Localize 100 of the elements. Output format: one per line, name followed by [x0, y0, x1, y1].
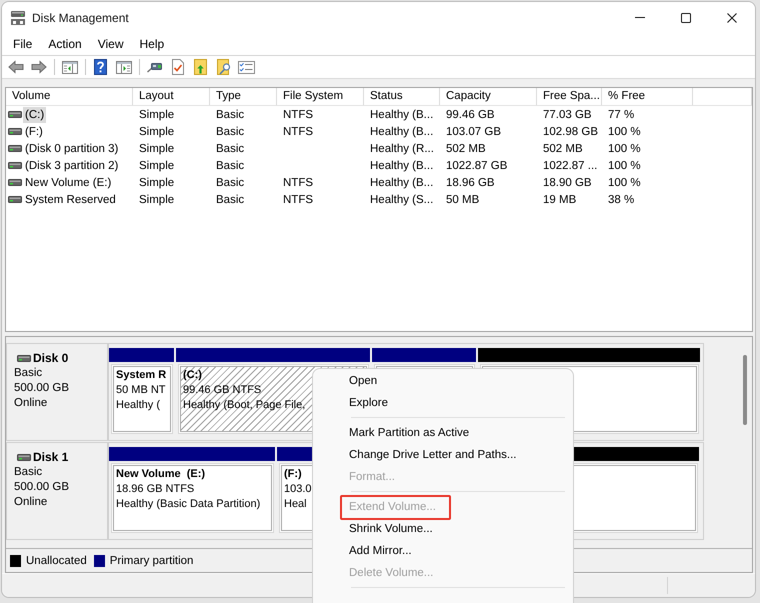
table-cell-text: New Volume (E:): [24, 176, 112, 190]
maximize-icon[interactable]: [681, 12, 691, 22]
column-header[interactable]: Type: [210, 88, 277, 105]
table-cell-text: 103.07 GB: [445, 126, 502, 138]
legend-label: Primary partition: [110, 554, 194, 566]
drive-icon: [8, 162, 22, 169]
partition-name: (C:): [183, 368, 202, 383]
plug-icon[interactable]: [146, 61, 162, 73]
disk-drive-icon: [10, 10, 26, 26]
legend-label: Unallocated: [26, 554, 87, 566]
table-cell: (C:): [23, 106, 46, 122]
disk-type: Basic: [14, 366, 42, 381]
page-search-icon[interactable]: [216, 59, 230, 75]
checklist-icon[interactable]: [238, 60, 255, 74]
table-cell-text: Simple: [138, 160, 176, 172]
menu-bar-item[interactable]: File: [5, 33, 40, 55]
disk-name: Disk 1: [33, 450, 68, 465]
window-pane-icon[interactable]: [116, 60, 132, 74]
table-cell-text: Simple: [138, 142, 176, 154]
partition-details: 99.46 GB NTFS: [183, 383, 262, 398]
table-cell-text: Simple: [138, 108, 176, 120]
column-header[interactable]: File System: [277, 88, 364, 105]
drive-icon: [8, 196, 22, 203]
close-icon[interactable]: [727, 12, 737, 22]
column-header[interactable]: Capacity: [440, 88, 537, 105]
partition-block[interactable]: New Volume (E:) 18.96 GB NTFS Healthy (Basic Data Partition): [111, 463, 274, 533]
table-cell-text: Healthy (B...: [369, 160, 434, 172]
table-cell-text: NTFS: [282, 126, 314, 138]
partition-block[interactable]: System R 50 MB NT Healthy (: [111, 364, 173, 434]
menu-bar-item[interactable]: View: [90, 33, 132, 55]
table-cell-text: 502 MB: [445, 142, 487, 154]
menu-bar-item[interactable]: Help: [132, 33, 172, 55]
table-cell-text: 99.46 GB: [445, 108, 496, 120]
drive-icon: [8, 145, 22, 152]
document-check-icon[interactable]: [172, 59, 184, 75]
table-cell-text: NTFS: [282, 108, 314, 120]
table-cell-text: (Disk 3 partition 2): [24, 158, 120, 174]
table-cell-text: Healthy (B...: [369, 176, 434, 188]
table-cell-text: System Reserved: [24, 192, 117, 208]
menu-item[interactable]: Change Drive Letter and Paths...: [313, 444, 573, 466]
disk-size: 500.00 GB: [14, 480, 69, 495]
table-cell-text: Basic: [215, 108, 246, 120]
table-cell-text: 19 MB: [542, 194, 578, 206]
table-cell-text: Healthy (B...: [369, 126, 434, 138]
drive-icon: [17, 355, 31, 362]
column-header[interactable]: Status: [364, 88, 440, 105]
partition-name: System R: [116, 368, 166, 383]
table-cell-text: 502 MB: [542, 142, 584, 154]
menu-item[interactable]: Shrink Volume...: [313, 518, 573, 540]
table-cell-text: 100 %: [607, 160, 642, 172]
column-header[interactable]: Volume: [6, 88, 133, 105]
disk-name: Disk 0: [33, 351, 68, 366]
table-cell-text: 38 %: [607, 194, 636, 206]
table-cell-text: NTFS: [282, 194, 314, 206]
disk-type: Basic: [14, 465, 42, 480]
back-arrow-icon[interactable]: [8, 60, 24, 74]
table-cell-text: 50 MB: [445, 194, 480, 206]
table-cell-text: Basic: [215, 176, 246, 188]
disk-size: 500.00 GB: [14, 381, 69, 396]
drive-icon: [8, 128, 22, 135]
table-cell-text: (F:): [24, 124, 44, 140]
table-cell-text: NTFS: [282, 176, 314, 188]
table-cell-text: 102.98 GB: [542, 126, 599, 138]
partition-name: (F:): [284, 467, 302, 482]
column-header[interactable]: Layout: [133, 88, 210, 105]
drive-icon: [8, 179, 22, 186]
window-title: Disk Management: [32, 10, 129, 24]
table-cell-text: Basic: [215, 160, 246, 172]
disk-status: Online: [14, 495, 48, 510]
drive-icon: [8, 111, 22, 118]
forward-arrow-icon[interactable]: [30, 60, 46, 74]
menu-bar-item[interactable]: Action: [40, 33, 90, 55]
scrollbar-thumb[interactable]: [743, 355, 747, 425]
partition-status: Heal: [284, 497, 307, 512]
disk-status: Online: [14, 396, 48, 411]
table-cell-text: (Disk 0 partition 3): [24, 142, 120, 156]
column-header[interactable]: Free Spa...: [537, 88, 602, 105]
table-cell-text: 1022.87 ...: [542, 160, 598, 172]
partition-status: Healthy (Boot, Page File,: [183, 398, 306, 413]
table-cell-text: Simple: [138, 126, 176, 138]
table-cell-text: Basic: [215, 126, 246, 138]
partition-details: 18.96 GB NTFS: [116, 482, 194, 497]
table-cell-text: 77 %: [607, 108, 636, 120]
partition-bar: [109, 348, 174, 362]
window-pane-icon[interactable]: [62, 60, 78, 74]
table-cell-text: Healthy (S...: [369, 194, 434, 206]
table-cell-text: 100 %: [607, 176, 642, 188]
partition-details: 103.0: [284, 482, 312, 497]
table-cell-text: 100 %: [607, 142, 642, 154]
table-cell-text: Healthy (R...: [369, 142, 435, 154]
partition-status: Healthy (: [116, 398, 160, 413]
table-cell-text: Simple: [138, 176, 176, 188]
menu-item[interactable]: Add Mirror...: [313, 540, 573, 562]
column-header[interactable]: % Free: [602, 88, 693, 105]
table-cell-text: 18.96 GB: [445, 176, 496, 188]
table-cell-text: 100 %: [607, 126, 642, 138]
partition-status: Healthy (Basic Data Partition): [116, 497, 260, 512]
help-icon[interactable]: [94, 59, 107, 75]
drive-icon: [17, 454, 31, 461]
table-cell-text: Basic: [215, 194, 246, 206]
